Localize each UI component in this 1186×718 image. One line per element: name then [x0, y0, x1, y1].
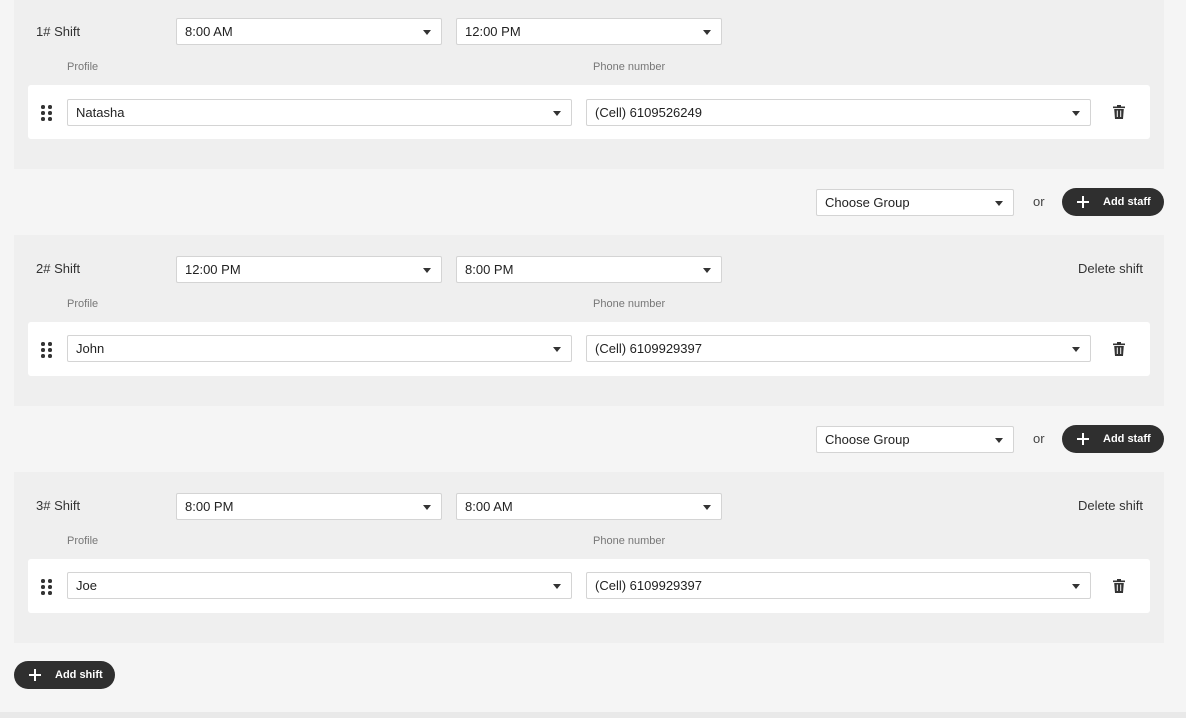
selected-value: 8:00 PM — [185, 499, 234, 514]
choose-group-select[interactable]: Choose Group — [816, 189, 1014, 216]
plus-icon — [29, 669, 41, 681]
phone-column-label: Phone number — [593, 535, 666, 547]
trash-icon[interactable] — [1113, 105, 1125, 119]
shift-title: 3# Shift — [36, 498, 81, 513]
selected-value: John — [76, 341, 105, 356]
selected-value: Joe — [76, 578, 97, 593]
profile-column-label: Profile — [67, 61, 99, 73]
shift-card-1: 1# Shift 8:00 AM 12:00 PM Profile Phone … — [14, 0, 1164, 169]
staff-actions-row: Choose Group or Add staff — [0, 424, 1186, 454]
selected-value: (Cell) 6109929397 — [595, 578, 702, 593]
caret-down-icon — [553, 111, 561, 116]
plus-icon — [1077, 433, 1089, 445]
staff-row: John (Cell) 6109929397 — [28, 322, 1150, 376]
phone-select[interactable]: (Cell) 6109929397 — [586, 335, 1091, 362]
staff-row: Joe (Cell) 6109929397 — [28, 559, 1150, 613]
or-label: or — [1033, 431, 1045, 446]
add-staff-label: Add staff — [1103, 196, 1151, 208]
caret-down-icon — [703, 30, 711, 35]
caret-down-icon — [423, 505, 431, 510]
selected-value: Choose Group — [825, 195, 910, 210]
caret-down-icon — [553, 584, 561, 589]
add-shift-label: Add shift — [55, 669, 103, 681]
selected-value: (Cell) 6109526249 — [595, 105, 702, 120]
shift-start-time-select[interactable]: 8:00 AM — [176, 18, 442, 45]
phone-select[interactable]: (Cell) 6109526249 — [586, 99, 1091, 126]
selected-value: 12:00 PM — [185, 262, 241, 277]
add-staff-label: Add staff — [1103, 433, 1151, 445]
selected-value: Natasha — [76, 105, 125, 120]
selected-value: 8:00 AM — [185, 24, 233, 39]
shift-start-time-select[interactable]: 8:00 PM — [176, 493, 442, 520]
caret-down-icon — [703, 268, 711, 273]
selected-value: (Cell) 6109929397 — [595, 341, 702, 356]
shift-end-time-select[interactable]: 8:00 AM — [456, 493, 722, 520]
caret-down-icon — [423, 268, 431, 273]
profile-select[interactable]: Joe — [67, 572, 572, 599]
profile-select[interactable]: Natasha — [67, 99, 572, 126]
add-staff-button[interactable]: Add staff — [1062, 425, 1164, 453]
drag-handle-icon[interactable] — [41, 342, 53, 358]
shift-card-2: 2# Shift 12:00 PM 8:00 PM Delete shift P… — [14, 235, 1164, 406]
selected-value: 8:00 PM — [465, 262, 514, 277]
shift-start-time-select[interactable]: 12:00 PM — [176, 256, 442, 283]
caret-down-icon — [1072, 111, 1080, 116]
selected-value: 8:00 AM — [465, 499, 513, 514]
caret-down-icon — [995, 201, 1003, 206]
page-bottom-divider — [0, 712, 1186, 718]
profile-column-label: Profile — [67, 298, 99, 310]
delete-shift-button[interactable]: Delete shift — [1078, 498, 1143, 513]
caret-down-icon — [423, 30, 431, 35]
drag-handle-icon[interactable] — [41, 579, 53, 595]
choose-group-select[interactable]: Choose Group — [816, 426, 1014, 453]
profile-select[interactable]: John — [67, 335, 572, 362]
selected-value: 12:00 PM — [465, 24, 521, 39]
phone-column-label: Phone number — [593, 298, 666, 310]
staff-row: Natasha (Cell) 6109526249 — [28, 85, 1150, 139]
add-shift-button[interactable]: Add shift — [14, 661, 115, 689]
staff-actions-row: Choose Group or Add staff — [0, 187, 1186, 217]
drag-handle-icon[interactable] — [41, 105, 53, 121]
shift-end-time-select[interactable]: 12:00 PM — [456, 18, 722, 45]
trash-icon[interactable] — [1113, 579, 1125, 593]
plus-icon — [1077, 196, 1089, 208]
add-staff-button[interactable]: Add staff — [1062, 188, 1164, 216]
shift-title: 2# Shift — [36, 261, 81, 276]
trash-icon[interactable] — [1113, 342, 1125, 356]
caret-down-icon — [703, 505, 711, 510]
phone-select[interactable]: (Cell) 6109929397 — [586, 572, 1091, 599]
shift-end-time-select[interactable]: 8:00 PM — [456, 256, 722, 283]
delete-shift-button[interactable]: Delete shift — [1078, 261, 1143, 276]
shift-title: 1# Shift — [36, 24, 81, 39]
caret-down-icon — [553, 347, 561, 352]
caret-down-icon — [1072, 584, 1080, 589]
caret-down-icon — [995, 438, 1003, 443]
shift-card-3: 3# Shift 8:00 PM 8:00 AM Delete shift Pr… — [14, 472, 1164, 643]
phone-column-label: Phone number — [593, 61, 666, 73]
selected-value: Choose Group — [825, 432, 910, 447]
profile-column-label: Profile — [67, 535, 99, 547]
caret-down-icon — [1072, 347, 1080, 352]
or-label: or — [1033, 194, 1045, 209]
